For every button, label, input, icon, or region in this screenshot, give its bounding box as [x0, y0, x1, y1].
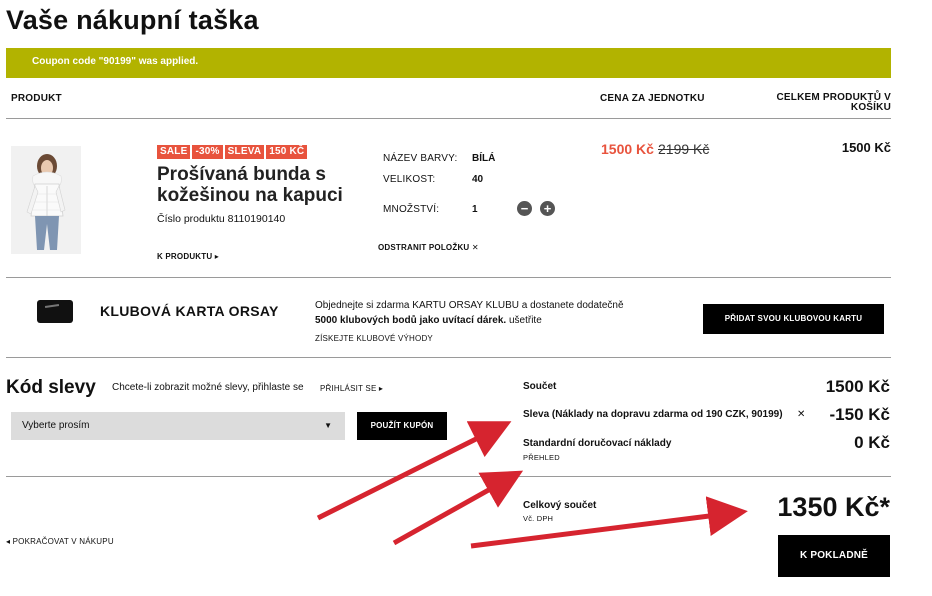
subtotal-label: Součet [523, 381, 557, 392]
arrow-to-discount [316, 421, 512, 521]
quantity-label: MNOŽSTVÍ: [383, 204, 440, 215]
header-product: PRODUKT [11, 93, 62, 104]
badge-sleva: SLEVA [224, 145, 265, 159]
subtotal-value: 1500 Kč [825, 377, 890, 396]
login-link[interactable]: PŘIHLÁSIT SE ▸ [320, 384, 383, 393]
discount-label: Sleva (Náklady na dopravu zdarma od 190 … [523, 409, 783, 420]
badge-percent: -30% [192, 145, 223, 159]
product-detail-link[interactable]: K PRODUKTU ▸ [157, 252, 219, 261]
grand-total-label: Celkový součet [523, 500, 597, 511]
unit-price-sale: 1500 Kč [601, 141, 654, 157]
divider [6, 476, 891, 477]
size-label: VELIKOST: [383, 174, 436, 185]
club-card-icon [37, 300, 73, 323]
grand-total-vat-note: Vč. DPH [523, 514, 554, 523]
discount-hint: Chcete-li zobrazit možné slevy, přihlast… [112, 382, 304, 393]
badge-amount: 150 KČ [266, 145, 308, 159]
coupon-applied-banner: Coupon code "90199" was applied. [6, 48, 891, 78]
header-total: CELKEM PRODUKTŮ V KOŠÍKU [776, 92, 891, 113]
discount-title: Kód slevy [6, 377, 96, 398]
club-text-part1: Objednejte si zdarma KARTU ORSAY KLUBU a… [315, 300, 624, 311]
quantity-decrease-button[interactable]: − [517, 201, 532, 216]
club-card-text: Objednejte si zdarma KARTU ORSAY KLUBU a… [315, 298, 625, 328]
apply-coupon-button[interactable]: POUŽÍT KUPÓN [357, 412, 447, 440]
club-text-bold: 5000 klubových bodů jako uvítací dárek. [315, 315, 507, 326]
quantity-increase-button[interactable]: + [540, 201, 555, 216]
shipping-value: 0 Kč [854, 433, 890, 452]
divider [6, 277, 891, 278]
header-unit-price: CENA ZA JEDNOTKU [600, 93, 705, 104]
product-name[interactable]: Prošívaná bunda s kožešinou na kapuci [157, 164, 367, 206]
remove-item-link[interactable]: ODSTRANIT POLOŽKU ✕ [378, 243, 479, 252]
size-value: 40 [472, 174, 484, 185]
club-text-part2: ušetřite [506, 315, 542, 326]
unit-price-original: 2199 Kč [658, 141, 710, 157]
discount-select[interactable]: Vyberte prosím ▼ [11, 412, 345, 440]
shipping-label: Standardní doručovací náklady [523, 438, 672, 449]
discount-value: -150 Kč [829, 405, 890, 424]
line-total: 1500 Kč [841, 140, 891, 155]
quantity-value: 1 [472, 204, 478, 215]
product-number: Číslo produktu 8110190140 [157, 213, 286, 225]
club-benefits-link[interactable]: ZÍSKEJTE KLUBOVÉ VÝHODY [315, 334, 433, 343]
discount-select-value: Vyberte prosím [22, 420, 90, 431]
divider [6, 118, 891, 119]
color-value: BÍLÁ [472, 153, 496, 164]
badge-sale: SALE [157, 145, 191, 159]
club-card-title: KLUBOVÁ KARTA ORSAY [100, 303, 279, 319]
shipping-overview-link[interactable]: PŘEHLED [523, 453, 560, 462]
remove-discount-icon[interactable]: ✕ [797, 409, 805, 420]
checkout-button[interactable]: K POKLADNĚ [778, 535, 890, 577]
page-title: Vaše nákupní taška [6, 5, 259, 35]
arrow-to-grand-total [470, 496, 748, 549]
chevron-down-icon: ▼ [324, 421, 332, 430]
arrow-to-shipping [392, 470, 524, 546]
product-image[interactable] [11, 146, 81, 254]
continue-shopping-link[interactable]: ◂ POKRAČOVAT V NÁKUPU [6, 537, 114, 546]
divider [6, 357, 891, 358]
color-label: NÁZEV BARVY: [383, 153, 458, 164]
product-badges: SALE -30% SLEVA 150 KČ [157, 145, 308, 159]
add-club-card-button[interactable]: PŘIDAT SVOU KLUBOVOU KARTU [703, 304, 884, 334]
grand-total-value: 1350 Kč* [777, 492, 890, 522]
